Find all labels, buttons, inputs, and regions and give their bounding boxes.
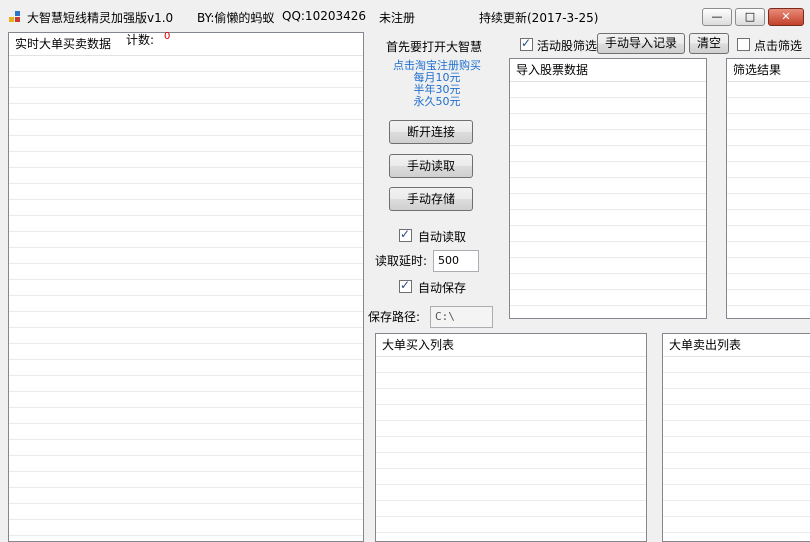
big-buy-rows	[376, 357, 646, 541]
auto-read-checkbox[interactable]	[399, 227, 412, 242]
app-icon	[9, 11, 21, 23]
maximize-button[interactable]: □	[735, 8, 765, 26]
save-path-label: 保存路径:	[368, 310, 421, 324]
disconnect-button[interactable]: 断开连接	[389, 120, 473, 144]
minimize-icon: —	[711, 10, 723, 23]
close-button[interactable]: ✕	[768, 8, 804, 26]
big-sell-header[interactable]: 大单卖出列表	[663, 334, 810, 357]
realtime-trades-list[interactable]: 实时大单买卖数据	[8, 32, 364, 542]
count-label: 计数:	[126, 33, 155, 47]
manual-read-button[interactable]: 手动读取	[389, 154, 473, 178]
import-stock-rows	[510, 82, 706, 318]
auto-save-label: 自动保存	[418, 281, 467, 295]
auto-save-checkbox[interactable]	[399, 278, 412, 293]
filter-result-rows	[727, 82, 810, 318]
active-filter-checkbox[interactable]	[520, 36, 533, 51]
filter-result-header[interactable]: 筛选结果	[727, 59, 810, 82]
realtime-trades-rows	[9, 56, 363, 541]
read-delay-label: 读取延时:	[375, 254, 428, 268]
maximize-icon: □	[744, 10, 756, 23]
auto-read-label: 自动读取	[418, 230, 467, 244]
manual-import-button[interactable]: 手动导入记录	[597, 33, 685, 54]
big-buy-list[interactable]: 大单买入列表	[375, 333, 647, 542]
big-sell-rows	[663, 357, 810, 541]
qq-label: QQ:10203426	[282, 9, 367, 23]
active-filter-label: 活动股筛选	[537, 39, 598, 53]
click-filter-label: 点击筛选	[754, 39, 803, 53]
big-buy-header[interactable]: 大单买入列表	[376, 334, 646, 357]
count-value: 0	[164, 31, 171, 42]
minimize-button[interactable]: —	[702, 8, 732, 26]
registration-status: 未注册	[379, 11, 416, 25]
close-icon: ✕	[781, 10, 791, 23]
manual-save-button[interactable]: 手动存储	[389, 187, 473, 211]
update-date: 持续更新(2017-3-25)	[479, 11, 599, 25]
click-filter-checkbox[interactable]	[737, 38, 750, 51]
save-path-input[interactable]: C:\	[430, 306, 493, 328]
app-title: 大智慧短线精灵加强版v1.0	[27, 11, 174, 25]
author-label: BY:偷懒的蚂蚁	[197, 11, 275, 25]
big-sell-list[interactable]: 大单卖出列表	[662, 333, 810, 542]
filter-result-list[interactable]: 筛选结果	[726, 58, 810, 319]
realtime-trades-header[interactable]: 实时大单买卖数据	[9, 33, 363, 56]
title-bar: 大智慧短线精灵加强版v1.0 BY:偷懒的蚂蚁 QQ:10203426 未注册 …	[0, 0, 810, 30]
open-dzh-notice: 首先要打开大智慧	[386, 40, 483, 54]
read-delay-input[interactable]: 500	[433, 250, 479, 272]
price-forever: 永久50元	[413, 95, 461, 108]
import-stock-header[interactable]: 导入股票数据	[510, 59, 706, 82]
clear-button[interactable]: 清空	[689, 33, 729, 54]
import-stock-list[interactable]: 导入股票数据	[509, 58, 707, 319]
